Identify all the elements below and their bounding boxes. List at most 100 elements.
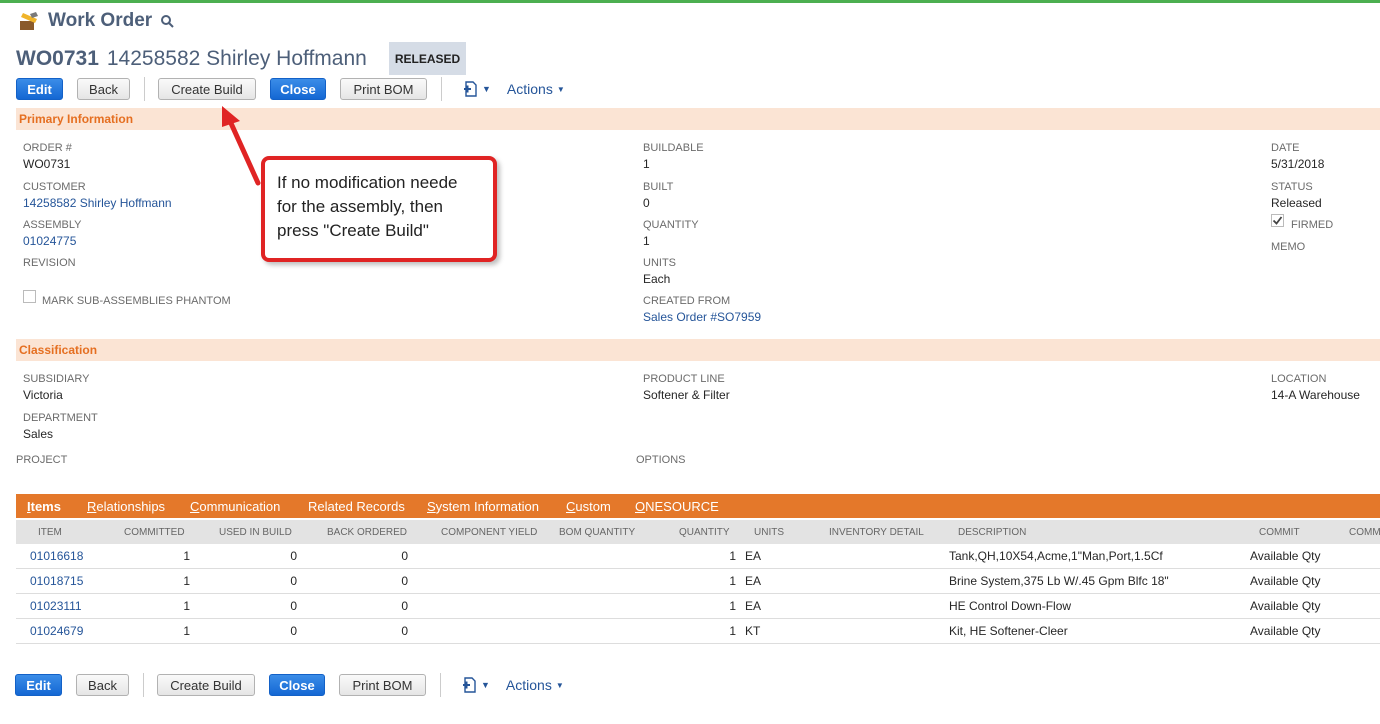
product-line-value: Softener & Filter bbox=[643, 388, 730, 402]
tab-items[interactable]: Items bbox=[27, 499, 61, 514]
chevron-down-icon: ▼ bbox=[481, 680, 490, 690]
quantity-cell: 1 bbox=[729, 574, 736, 588]
order-number-label: ORDER # bbox=[23, 142, 72, 154]
create-build-button[interactable]: Create Build bbox=[157, 674, 255, 696]
col-commit[interactable]: COMMIT bbox=[1259, 527, 1300, 538]
used-cell: 0 bbox=[290, 549, 297, 563]
quantity-label: QUANTITY bbox=[643, 219, 699, 231]
units-cell: EA bbox=[745, 599, 762, 613]
page-header: Work Order bbox=[18, 10, 174, 32]
back-button[interactable]: Back bbox=[76, 674, 129, 696]
department-value: Sales bbox=[23, 427, 54, 441]
used-cell: 0 bbox=[290, 599, 297, 613]
units-label: UNITS bbox=[643, 257, 676, 269]
item-link[interactable]: 01024679 bbox=[30, 624, 83, 638]
create-build-button[interactable]: Create Build bbox=[158, 78, 256, 100]
work-order-icon bbox=[20, 12, 38, 30]
status-label: STATUS bbox=[1271, 181, 1313, 193]
firmed-checkbox[interactable] bbox=[1271, 214, 1284, 227]
classification-header[interactable]: Classification bbox=[16, 339, 1380, 361]
toolbar-separator bbox=[144, 77, 145, 101]
col-back-ordered[interactable]: BACK ORDERED bbox=[327, 527, 407, 538]
phantom-checkbox[interactable] bbox=[23, 290, 36, 303]
assembly-link[interactable]: 01024775 bbox=[23, 234, 76, 248]
items-grid-header: ITEM COMMITTED USED IN BUILD BACK ORDERE… bbox=[16, 520, 1380, 544]
page-title: Work Order bbox=[48, 10, 153, 31]
record-name: 14258582 Shirley Hoffmann bbox=[106, 46, 367, 70]
commit-cell: Available Qty bbox=[1250, 574, 1321, 588]
commit-cell: Available Qty bbox=[1250, 549, 1321, 563]
created-from-link[interactable]: Sales Order #SO7959 bbox=[643, 310, 761, 324]
units-cell: EA bbox=[745, 574, 762, 588]
col-component-yield[interactable]: COMPONENT YIELD bbox=[441, 527, 537, 538]
customer-link[interactable]: 14258582 Shirley Hoffmann bbox=[23, 196, 172, 210]
checkmark-icon bbox=[1272, 216, 1283, 225]
back-button[interactable]: Back bbox=[77, 78, 130, 100]
annotation-callout: If no modification neede for the assembl… bbox=[261, 156, 497, 262]
back-ordered-cell: 0 bbox=[401, 549, 408, 563]
item-link[interactable]: 01016618 bbox=[30, 549, 83, 563]
primary-info-header[interactable]: Primary Information bbox=[16, 108, 1380, 130]
col-inventory-detail[interactable]: INVENTORY DETAIL bbox=[829, 527, 924, 538]
item-link[interactable]: 01023111 bbox=[30, 599, 82, 613]
buildable-label: BUILDABLE bbox=[643, 142, 704, 154]
tab-system-information[interactable]: System Information bbox=[427, 499, 539, 514]
subsidiary-value: Victoria bbox=[23, 388, 63, 402]
options-label: OPTIONS bbox=[636, 454, 686, 466]
bottom-toolbar: Edit Back Create Build Close Print BOM ▼… bbox=[15, 673, 564, 697]
col-units[interactable]: UNITS bbox=[754, 527, 784, 538]
col-description[interactable]: DESCRIPTION bbox=[958, 527, 1026, 538]
units-value: Each bbox=[643, 272, 671, 286]
committed-cell: 1 bbox=[183, 549, 190, 563]
location-value: 14-A Warehouse bbox=[1271, 388, 1360, 402]
quantity-cell: 1 bbox=[729, 599, 736, 613]
commit-cell: Available Qty bbox=[1250, 599, 1321, 613]
table-row: 01018715 1 0 0 1 EA Brine System,375 Lb … bbox=[16, 569, 1380, 594]
item-link[interactable]: 01018715 bbox=[30, 574, 83, 588]
quantity-value: 1 bbox=[643, 234, 650, 248]
new-record-menu[interactable]: ▼ bbox=[462, 80, 491, 98]
edit-button[interactable]: Edit bbox=[16, 78, 63, 100]
subtab-bar: Items Relationships Communication Relate… bbox=[16, 494, 1380, 518]
print-bom-button[interactable]: Print BOM bbox=[339, 674, 426, 696]
actions-label: Actions bbox=[505, 677, 552, 693]
assembly-label: ASSEMBLY bbox=[23, 219, 82, 231]
back-ordered-cell: 0 bbox=[401, 624, 408, 638]
col-item[interactable]: ITEM bbox=[38, 527, 62, 538]
date-value: 5/31/2018 bbox=[1271, 157, 1325, 171]
close-button[interactable]: Close bbox=[269, 674, 325, 696]
built-label: BUILT bbox=[643, 181, 674, 193]
committed-cell: 1 bbox=[183, 624, 190, 638]
new-record-menu[interactable]: ▼ bbox=[461, 676, 490, 694]
actions-label: Actions bbox=[506, 81, 553, 97]
col-used-in-build[interactable]: USED IN BUILD bbox=[219, 527, 292, 538]
search-icon[interactable] bbox=[160, 14, 174, 28]
subsidiary-label: SUBSIDIARY bbox=[23, 373, 90, 385]
top-toolbar: Edit Back Create Build Close Print BOM ▼… bbox=[16, 77, 565, 101]
new-document-icon bbox=[463, 677, 476, 693]
col-commit-2[interactable]: COMMI bbox=[1349, 527, 1380, 538]
description-cell: Tank,QH,10X54,Acme,1"Man,Port,1.5Cf bbox=[949, 549, 1163, 563]
col-committed[interactable]: COMMITTED bbox=[124, 527, 185, 538]
commit-cell: Available Qty bbox=[1250, 624, 1321, 638]
actions-menu[interactable]: Actions ▼ bbox=[507, 81, 565, 97]
print-bom-button[interactable]: Print BOM bbox=[340, 78, 427, 100]
tab-relationships[interactable]: Relationships bbox=[87, 499, 165, 514]
record-heading: WO0731 14258582 Shirley Hoffmann RELEASE… bbox=[16, 42, 467, 75]
phantom-label: MARK SUB-ASSEMBLIES PHANTOM bbox=[42, 295, 231, 307]
new-document-icon bbox=[464, 81, 477, 97]
tab-custom[interactable]: Custom bbox=[566, 499, 611, 514]
col-quantity[interactable]: QUANTITY bbox=[679, 527, 730, 538]
tab-related-records[interactable]: Related Records bbox=[308, 499, 405, 514]
units-cell: KT bbox=[745, 624, 761, 638]
actions-menu[interactable]: Actions ▼ bbox=[506, 677, 564, 693]
tab-onesource[interactable]: ONESOURCE bbox=[635, 499, 719, 514]
status-badge: RELEASED bbox=[388, 42, 467, 75]
tab-communication[interactable]: Communication bbox=[190, 499, 280, 514]
col-bom-quantity[interactable]: BOM QUANTITY bbox=[559, 527, 635, 538]
close-button[interactable]: Close bbox=[270, 78, 326, 100]
edit-button[interactable]: Edit bbox=[15, 674, 62, 696]
description-cell: Brine System,375 Lb W/.45 Gpm Blfc 18" bbox=[949, 574, 1169, 588]
quantity-cell: 1 bbox=[729, 549, 736, 563]
description-cell: HE Control Down-Flow bbox=[949, 599, 1072, 613]
